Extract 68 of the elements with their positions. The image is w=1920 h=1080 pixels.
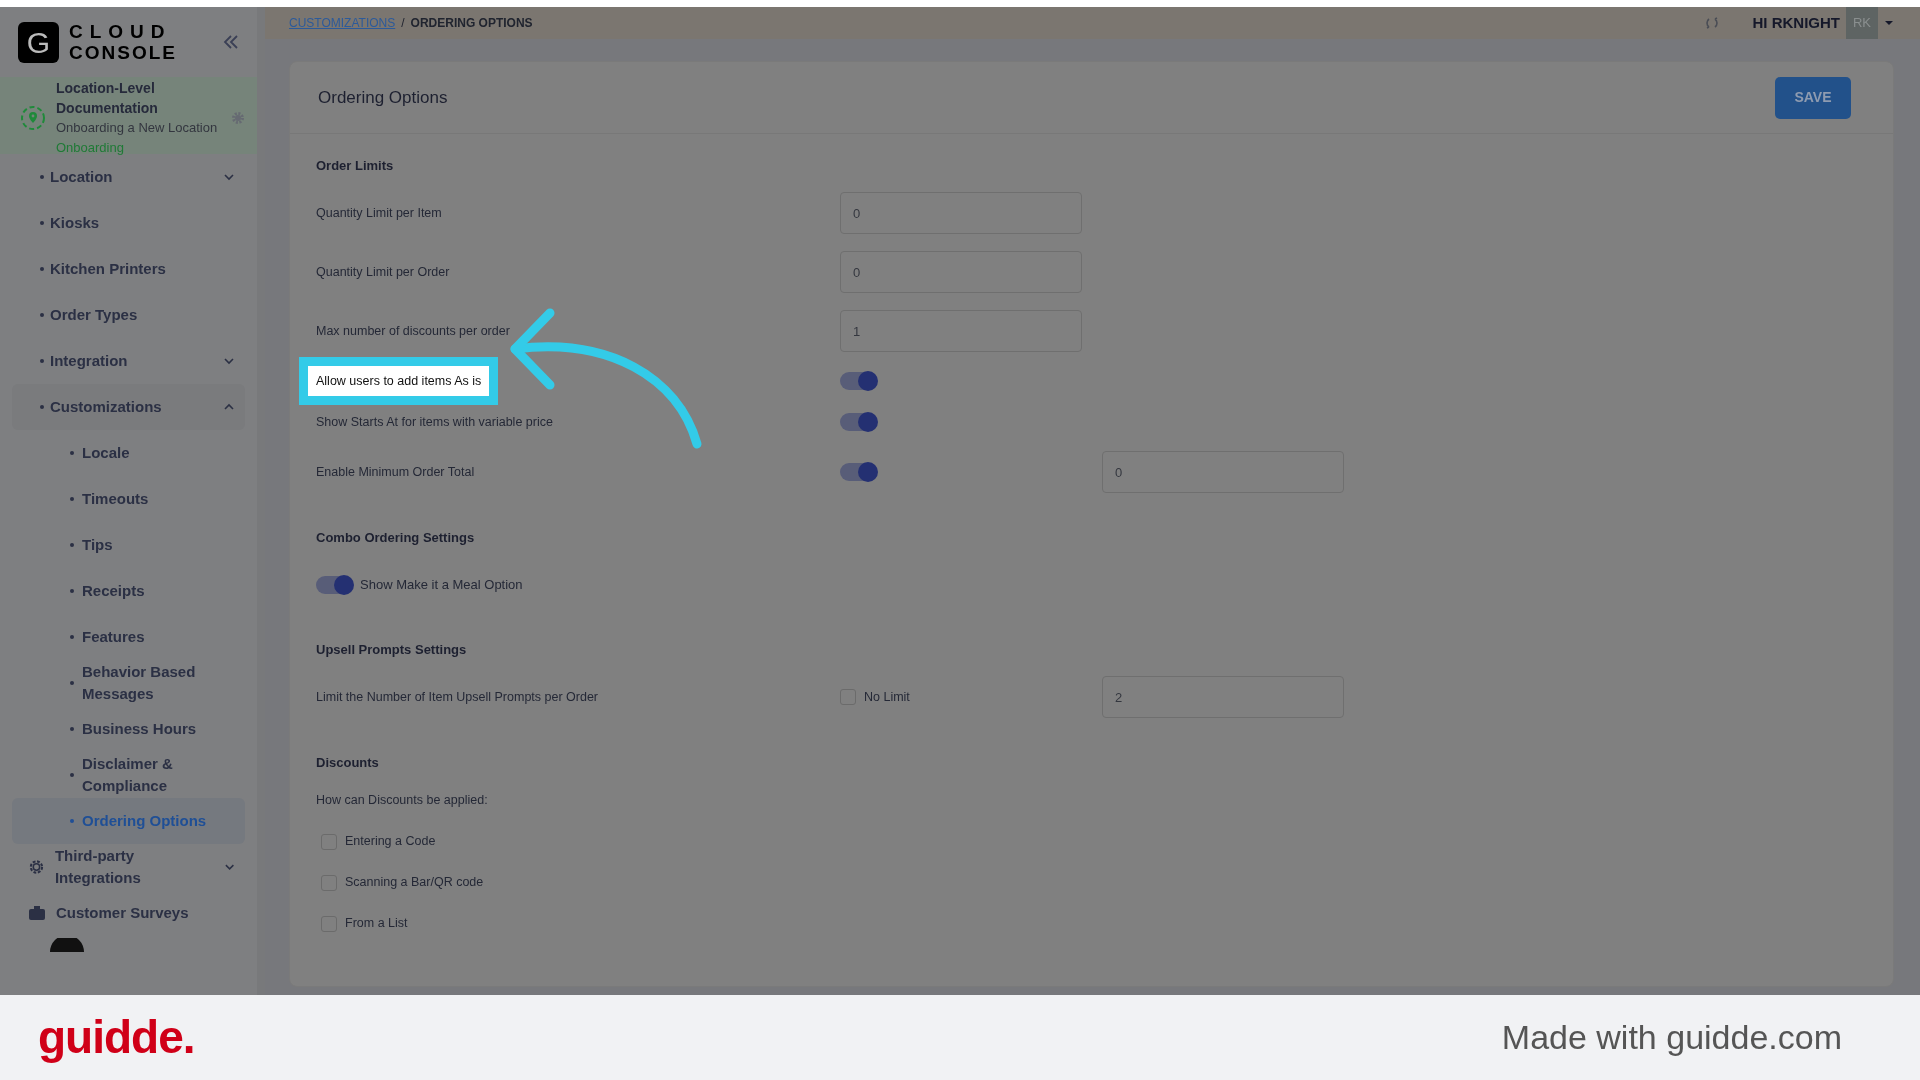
location-subtitle: Onboarding a New Location — [56, 119, 219, 137]
field-label: Scanning a Bar/QR code — [345, 874, 484, 892]
sidebar-item[interactable]: Kitchen Printers — [12, 246, 245, 292]
sidebar-item[interactable]: Behavior Based Messages — [12, 660, 245, 706]
field-label: Quantity Limit per Order — [316, 263, 451, 281]
sidebar-item[interactable]: Integration — [12, 338, 245, 384]
field-label: From a List — [345, 915, 408, 933]
sidebar-item[interactable]: Order Types — [12, 292, 245, 338]
sidebar-item[interactable]: Ordering Options — [12, 798, 245, 844]
sidebar-item[interactable]: Third-party Integrations — [12, 844, 245, 890]
sidebar-item[interactable]: Location — [12, 154, 245, 200]
field-label: Limit the Number of Item Upsell Prompts per Order — [316, 688, 600, 706]
field-label: Entering a Code — [345, 833, 436, 851]
location-title: Location-Level Documentation — [56, 79, 159, 118]
sidebar-item[interactable]: Customer Surveys — [12, 890, 245, 936]
section-heading: Combo Ordering Settings — [316, 528, 476, 547]
sidebar-item[interactable]: Business Hours — [12, 706, 245, 752]
sidebar-item[interactable]: Disclaimer & Compliance — [12, 752, 245, 798]
briefcase-icon — [28, 905, 46, 921]
section-heading: Order Limits — [316, 157, 395, 175]
location-status: Onboarding — [56, 138, 125, 157]
chevron-icon — [223, 356, 235, 366]
gear-icon — [28, 858, 45, 876]
section-heading: Upsell Prompts Settings — [316, 641, 468, 659]
field-label: How can Discounts be applied: — [316, 792, 489, 810]
sidebar-item[interactable]: Receipts — [12, 568, 245, 614]
sidebar-item[interactable]: Locale — [12, 430, 245, 476]
chevron-icon — [223, 862, 235, 872]
checkbox-label: No Limit — [864, 688, 910, 706]
toggle-switch[interactable] — [840, 413, 876, 431]
user-greeting: HI RKNIGHT — [1752, 12, 1840, 33]
save-button[interactable]: SAVE — [1775, 76, 1851, 119]
toggle-switch[interactable] — [840, 372, 876, 390]
footer-tagline: Made with guidde.com — [1501, 1017, 1842, 1058]
text-field[interactable]: 0 — [840, 251, 1082, 293]
logo-text: CLOUD — [69, 21, 173, 42]
field-label: Enable Minimum Order Total — [316, 463, 476, 481]
logo-icon: G — [18, 21, 59, 63]
field-label: Max number of discounts per order — [316, 322, 511, 340]
location-panel[interactable]: Location-Level Documentation Onboarding a New Location Onboarding — [0, 77, 257, 154]
help-bubble-icon — [50, 938, 84, 952]
sidebar-item[interactable]: Tips — [12, 522, 245, 568]
text-field[interactable]: 0 — [840, 192, 1082, 234]
text-field[interactable]: 0 — [1102, 451, 1344, 493]
field-label: Show Starts At for items with variable price — [316, 413, 554, 431]
brand-logo: guidde. — [38, 1010, 195, 1065]
sidebar-item[interactable]: Features — [12, 614, 245, 660]
field-label: Show Make it a Meal Option — [360, 575, 523, 594]
caret-icon[interactable] — [1884, 20, 1894, 26]
settings-icon[interactable] — [231, 110, 245, 125]
chevron-icon — [223, 172, 235, 182]
logo-text: CONSOLE — [69, 42, 177, 63]
chevron-icon — [223, 402, 235, 412]
section-heading: Discounts — [316, 753, 380, 772]
sidebar-item[interactable]: Timeouts — [12, 476, 245, 522]
sidebar-item[interactable]: Customizations — [12, 384, 245, 430]
refresh-icon[interactable] — [1704, 16, 1719, 30]
collapse-icon[interactable] — [223, 35, 239, 49]
field-label: Quantity Limit per Item — [316, 204, 443, 222]
toggle-switch[interactable] — [840, 463, 876, 481]
location-pin-icon — [20, 104, 46, 131]
sidebar-item[interactable]: Kiosks — [12, 200, 245, 246]
breadcrumb-separator: / — [401, 15, 405, 32]
breadcrumb-current: ORDERING OPTIONS — [410, 15, 533, 32]
toggle-switch[interactable] — [316, 575, 352, 594]
page-title: Ordering Options — [318, 86, 448, 109]
text-field[interactable]: 1 — [840, 310, 1082, 352]
text-field[interactable]: 2 — [1102, 676, 1344, 718]
